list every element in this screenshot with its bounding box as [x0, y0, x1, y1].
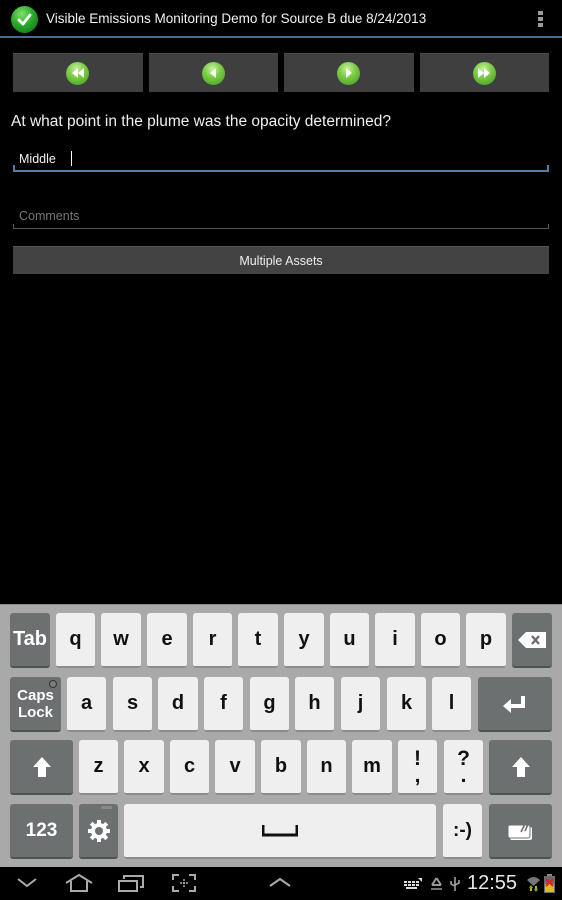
key-l[interactable]: l: [432, 677, 471, 732]
caps-label-line2: Lock: [17, 703, 53, 721]
question-label: At what point in the plume was the opaci…: [11, 113, 391, 130]
key-s[interactable]: s: [113, 677, 152, 732]
key-w[interactable]: w: [101, 613, 141, 668]
key-h[interactable]: h: [295, 677, 334, 732]
key-m[interactable]: m: [352, 740, 392, 795]
action-bar: Visible Emissions Monitoring Demo for So…: [0, 0, 562, 38]
key-f[interactable]: f: [204, 677, 243, 732]
navigation-row: [13, 53, 549, 92]
key-y[interactable]: y: [284, 613, 324, 668]
recent-apps-icon[interactable]: [118, 875, 144, 892]
key-t[interactable]: t: [238, 613, 278, 668]
key-d[interactable]: d: [158, 677, 198, 732]
enter-key[interactable]: [478, 677, 552, 732]
status-clock: 12:55: [467, 872, 518, 894]
screenshot-icon[interactable]: [172, 874, 196, 892]
caps-indicator-icon: [49, 680, 57, 688]
period-char: .: [460, 763, 467, 787]
recycle-icon: [431, 877, 442, 890]
key-exclamation-comma[interactable]: ! ,: [398, 740, 437, 795]
key-u[interactable]: u: [330, 613, 369, 668]
caps-label-line1: Caps: [17, 686, 54, 704]
page-title: Visible Emissions Monitoring Demo for So…: [46, 11, 427, 26]
enter-icon: [503, 695, 525, 713]
menu-up-icon[interactable]: [269, 877, 291, 887]
green-check-icon[interactable]: [11, 6, 38, 33]
tab-key[interactable]: Tab: [10, 613, 50, 668]
fast-forward-icon: [472, 61, 496, 85]
first-button[interactable]: [13, 53, 143, 92]
usb-icon: [450, 877, 460, 891]
key-z[interactable]: z: [79, 740, 118, 795]
key-c[interactable]: c: [170, 740, 209, 795]
text-cursor: [71, 151, 72, 166]
key-r[interactable]: r: [193, 613, 232, 668]
shift-key-left[interactable]: [10, 740, 73, 795]
multiple-assets-button[interactable]: Multiple Assets: [13, 246, 549, 274]
previous-button[interactable]: [148, 53, 278, 92]
rewind-icon: [66, 61, 90, 85]
smiley-key[interactable]: :-): [443, 804, 482, 859]
keyboard-hide-icon[interactable]: [17, 878, 37, 888]
caps-lock-key[interactable]: Caps Lock: [10, 677, 61, 732]
home-icon[interactable]: [64, 874, 94, 892]
backspace-key[interactable]: [512, 613, 552, 668]
comma-char: ,: [414, 763, 421, 787]
overflow-menu-icon[interactable]: [538, 11, 544, 29]
backspace-icon: [518, 631, 546, 648]
key-b[interactable]: b: [261, 740, 301, 795]
key-x[interactable]: x: [124, 740, 164, 795]
system-navigation-bar: 12:55: [0, 867, 562, 900]
comments-field-container: [13, 205, 549, 229]
next-button[interactable]: [284, 53, 414, 92]
key-o[interactable]: o: [421, 613, 460, 668]
clipboard-key[interactable]: [489, 804, 552, 859]
shift-up-arrow-icon: [32, 756, 51, 777]
shift-up-arrow-icon: [511, 756, 530, 777]
comments-input[interactable]: [13, 205, 549, 227]
wifi-icon: [527, 877, 540, 892]
keyboard-icon: [404, 878, 422, 889]
exclamation-comma-label: ! ,: [414, 748, 421, 787]
answer-field-container: [13, 148, 549, 172]
space-key[interactable]: [124, 804, 436, 859]
key-q[interactable]: q: [56, 613, 95, 668]
next-icon: [337, 61, 361, 85]
key-k[interactable]: k: [387, 677, 426, 732]
previous-icon: [201, 61, 225, 85]
numbers-key[interactable]: 123: [10, 804, 73, 859]
caps-lock-label: Caps Lock: [17, 687, 54, 721]
soft-keyboard: Tab q w e r t y u i o p Caps Lock a s d …: [0, 604, 562, 867]
battery-icon: [544, 874, 555, 893]
key-i[interactable]: i: [375, 613, 415, 668]
settings-key[interactable]: [79, 804, 118, 859]
space-bar-icon: [262, 824, 298, 836]
last-button[interactable]: [419, 53, 549, 92]
key-a[interactable]: a: [67, 677, 106, 732]
key-n[interactable]: n: [307, 740, 346, 795]
settings-indicator: [101, 806, 112, 809]
key-p[interactable]: p: [466, 613, 506, 668]
clipboard-icon: [507, 819, 532, 840]
key-v[interactable]: v: [215, 740, 255, 795]
answer-input[interactable]: [13, 148, 549, 170]
question-period-label: ? .: [457, 748, 470, 787]
shift-key-right[interactable]: [489, 740, 552, 795]
key-e[interactable]: e: [147, 613, 187, 668]
key-j[interactable]: j: [341, 677, 380, 732]
key-g[interactable]: g: [250, 677, 289, 732]
gear-icon: [87, 819, 110, 842]
key-question-period[interactable]: ? .: [444, 740, 483, 795]
